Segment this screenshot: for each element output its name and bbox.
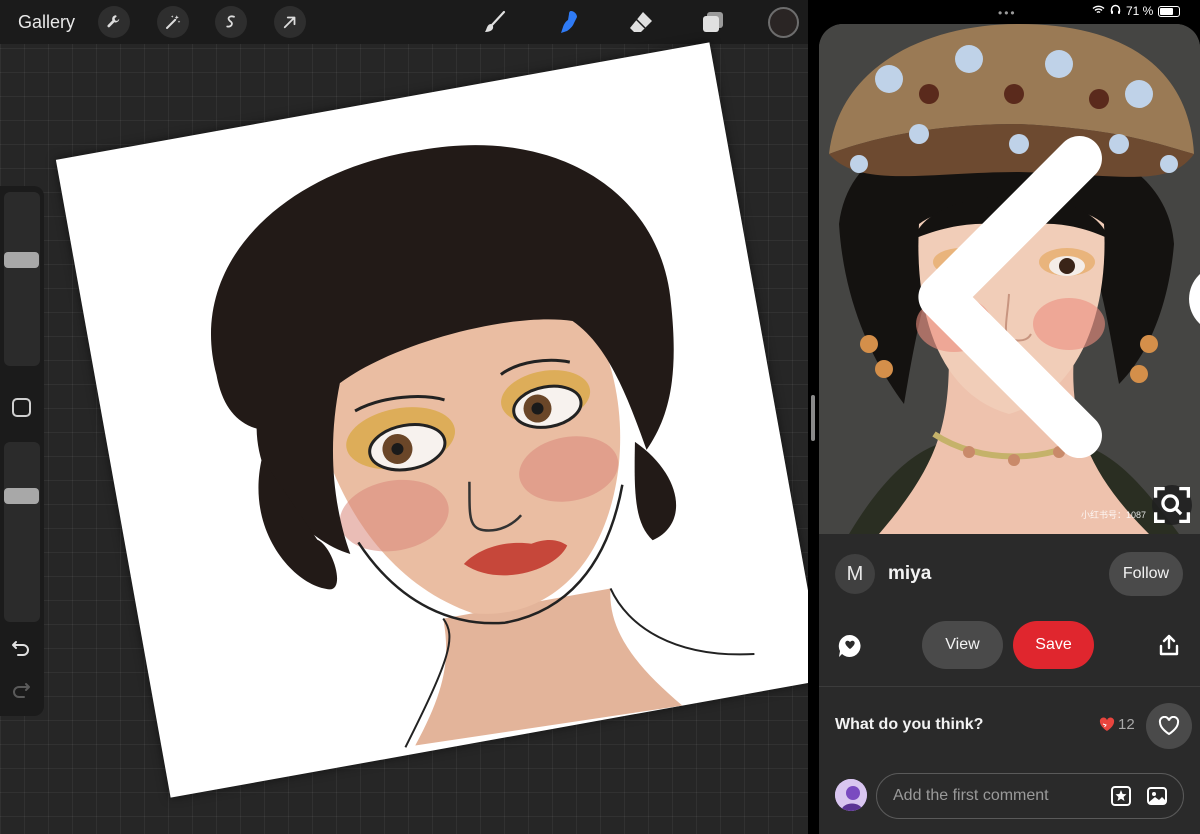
comment-input[interactable]: [876, 773, 1184, 819]
magic-wand-icon[interactable]: [157, 6, 189, 38]
undo-icon[interactable]: [10, 636, 32, 658]
smudge-icon[interactable]: [555, 7, 585, 37]
visual-search-icon: [1154, 487, 1190, 523]
multitask-dots[interactable]: •••: [998, 6, 1017, 20]
engagement-prompt: What do you think?: [835, 716, 984, 733]
layers-icon[interactable]: [698, 7, 728, 37]
side-toolbar: [0, 186, 44, 716]
creator-row: M miya Follow: [835, 552, 1185, 596]
redo-icon[interactable]: [10, 678, 32, 700]
status-bar: 71 %: [1092, 4, 1181, 18]
top-toolbar: Gallery: [0, 0, 808, 44]
creator-name[interactable]: miya: [888, 563, 931, 585]
save-button[interactable]: Save: [1013, 621, 1094, 669]
transform-arrow-icon[interactable]: [274, 6, 306, 38]
brush-icon[interactable]: [480, 7, 510, 37]
opacity-thumb[interactable]: [4, 487, 39, 504]
more-options-icon[interactable]: [1155, 44, 1200, 534]
selection-icon[interactable]: [215, 6, 247, 38]
drawing-canvas[interactable]: [55, 42, 808, 798]
reaction-count: 12: [1118, 716, 1135, 733]
view-button[interactable]: View: [922, 621, 1003, 669]
battery-level-fill: [1160, 7, 1174, 15]
wrench-icon[interactable]: [98, 6, 130, 38]
brush-size-slider[interactable]: [4, 192, 40, 366]
comment-icon[interactable]: [837, 633, 863, 659]
color-picker-swatch[interactable]: [768, 7, 799, 38]
section-divider: [819, 686, 1200, 687]
react-button[interactable]: [1146, 703, 1192, 749]
action-row: View Save: [835, 621, 1185, 669]
sticker-icon[interactable]: [1110, 785, 1132, 807]
brush-size-thumb[interactable]: [4, 252, 39, 269]
my-avatar-image: [835, 779, 867, 811]
image-attach-icon[interactable]: [1146, 785, 1168, 807]
eraser-icon[interactable]: [626, 7, 656, 37]
share-icon[interactable]: [1157, 633, 1181, 657]
drawing-app: Gallery: [0, 0, 808, 834]
headphones-icon: [1110, 4, 1121, 18]
modify-button[interactable]: [12, 398, 31, 417]
creator-avatar[interactable]: M: [835, 554, 875, 594]
comment-composer: [835, 773, 1185, 819]
battery-icon: [1158, 5, 1181, 17]
opacity-slider[interactable]: [4, 442, 40, 622]
pin-image[interactable]: 小红书号：1087: [819, 24, 1200, 534]
visual-search-button[interactable]: [1152, 485, 1192, 525]
heart-outline-icon: [1158, 716, 1180, 736]
split-view-handle[interactable]: [811, 395, 815, 441]
battery-percentage: 71 %: [1126, 4, 1154, 18]
gallery-button[interactable]: Gallery: [18, 12, 75, 33]
back-icon[interactable]: [837, 42, 1200, 534]
my-avatar[interactable]: [835, 779, 867, 811]
pin-detail-app: 小红书号：1087 M miya Follow View Save What d…: [819, 24, 1200, 834]
wifi-icon: [1092, 4, 1105, 18]
image-watermark: 小红书号：1087: [1081, 510, 1147, 520]
reaction-summary[interactable]: 12: [1099, 716, 1135, 733]
heart-reaction-icon: [1099, 717, 1115, 731]
portrait-sketch: [211, 145, 755, 748]
follow-button[interactable]: Follow: [1109, 552, 1183, 596]
